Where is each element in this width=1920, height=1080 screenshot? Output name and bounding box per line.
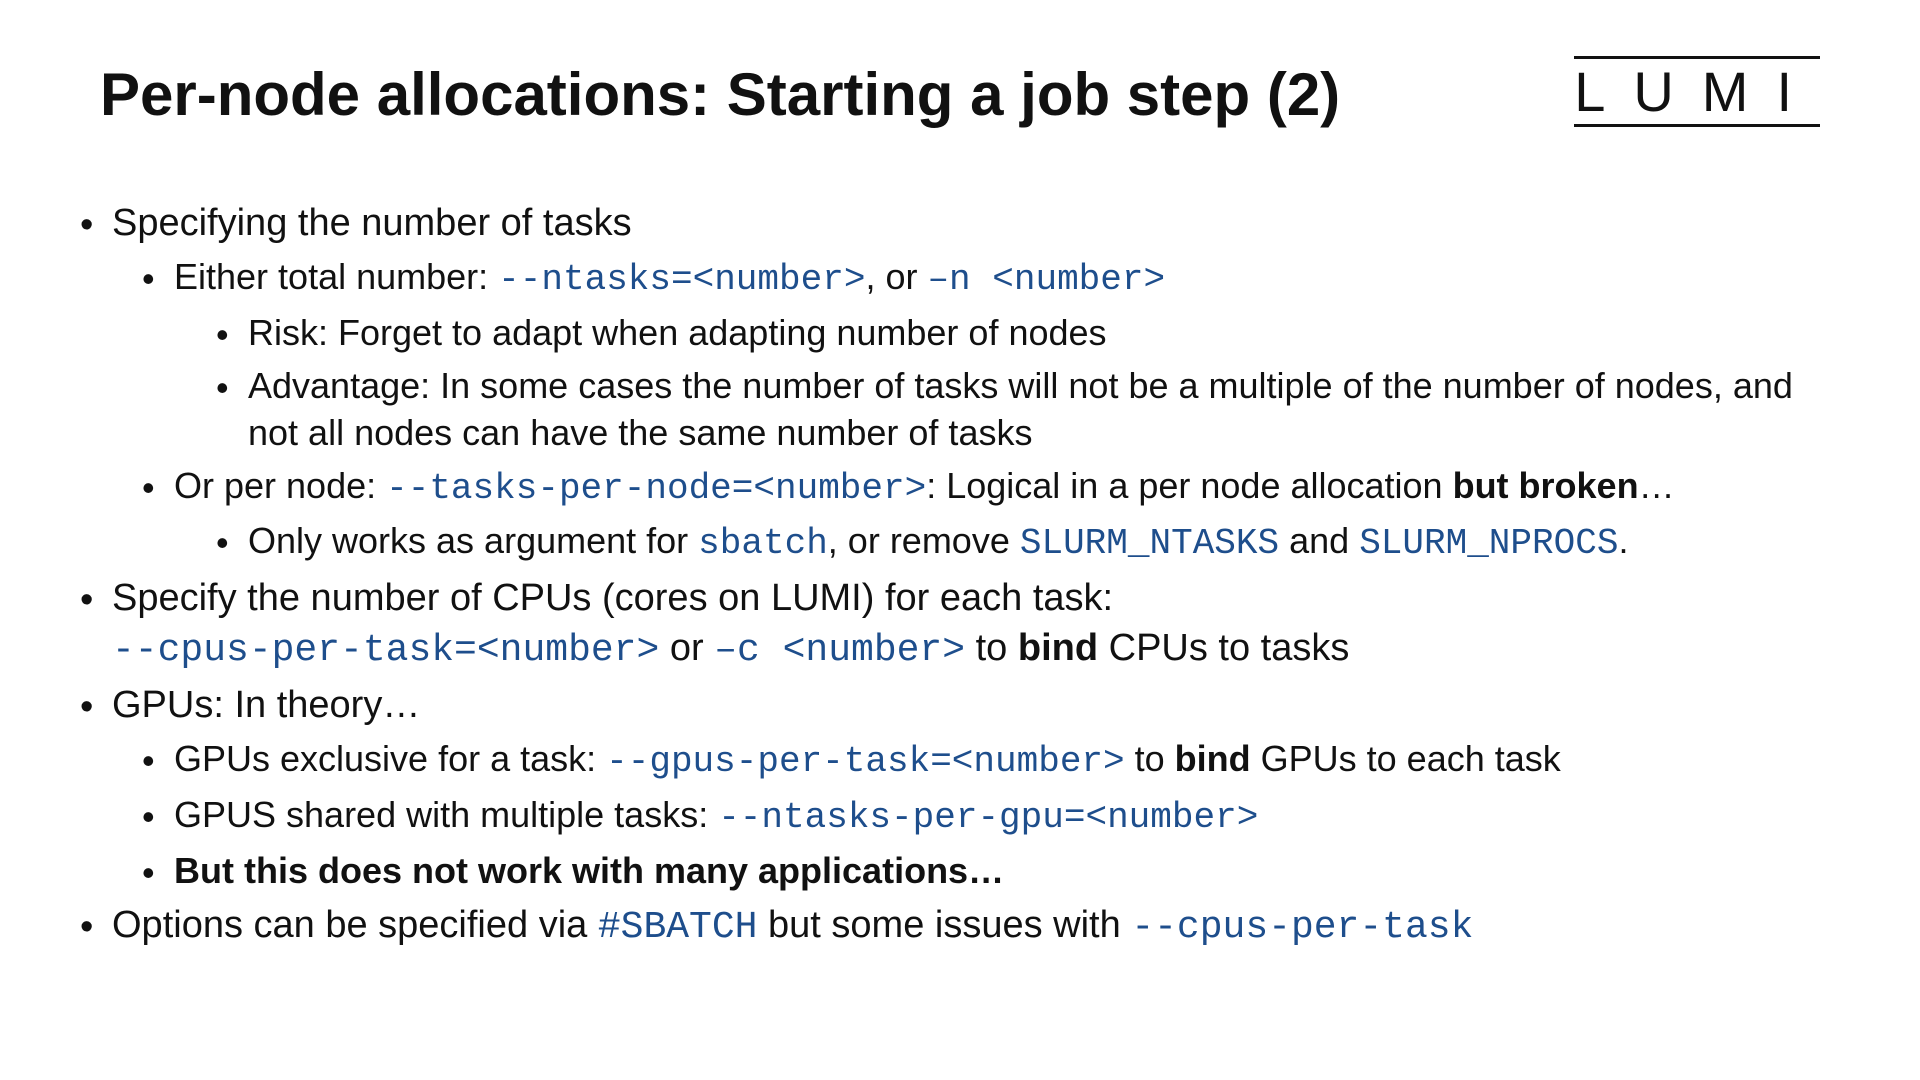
text: to [1125,738,1175,779]
bold-does-not-work: But this does not work with many applica… [174,850,1004,891]
bullet-tasks: Specifying the number of tasks Either to… [112,199,1820,568]
text: or [659,627,714,669]
text: and [1279,520,1359,561]
bold-bind-cpu: bind [1018,627,1098,669]
bold-broken: but broken [1453,465,1639,506]
bullet-sbatch-only: Only works as argument for sbatch, or re… [248,518,1820,568]
code-cpus-per-task-2: --cpus-per-task [1131,906,1473,949]
code-ntasks: --ntasks=<number> [498,259,865,300]
text: Specify the number of CPUs (cores on LUM… [112,577,1113,619]
lumi-logo: LUMI [1574,56,1820,127]
lumi-logo-text: LUMI [1574,60,1820,123]
code-sbatch: sbatch [698,523,828,564]
text: but some issues with [757,904,1131,946]
code-slurm-nprocs: SLURM_NPROCS [1359,523,1618,564]
text: Or per node: [174,465,386,506]
text: … [1639,465,1675,506]
bullet-ntasks-per-gpu: GPUS shared with multiple tasks: --ntask… [174,792,1820,842]
text: Risk: Forget to adapt when adapting numb… [248,312,1107,353]
code-hash-sbatch: #SBATCH [598,906,758,949]
bullet-cpus: Specify the number of CPUs (cores on LUM… [112,574,1820,675]
bullet-gpus-per-task: GPUs exclusive for a task: --gpus-per-ta… [174,736,1820,786]
text: : Logical in a per node allocation [926,465,1452,506]
text: GPUs to each task [1251,738,1561,779]
text: CPUs to tasks [1098,627,1349,669]
bullet-list: Specifying the number of tasks Either to… [100,199,1820,952]
text: GPUS shared with multiple tasks: [174,794,718,835]
bullet-risk: Risk: Forget to adapt when adapting numb… [248,310,1820,357]
bold-bind-gpu: bind [1175,738,1251,779]
text: GPUs exclusive for a task: [174,738,606,779]
bullet-total-tasks: Either total number: --ntasks=<number>, … [174,254,1820,456]
slide: LUMI Per-node allocations: Starting a jo… [0,0,1920,1080]
bullet-gpus: GPUs: In theory… GPUs exclusive for a ta… [112,681,1820,895]
code-n: –n <number> [927,259,1165,300]
slide-title: Per-node allocations: Starting a job ste… [100,60,1820,129]
bullet-advantage: Advantage: In some cases the number of t… [248,363,1820,457]
code-tasks-per-node: --tasks-per-node=<number> [386,468,926,509]
text: , or remove [828,520,1020,561]
text: Specifying the number of tasks [112,202,632,244]
code-gpus-per-task: --gpus-per-task=<number> [606,741,1124,782]
code-cpus-per-task: --cpus-per-task=<number> [112,629,659,672]
text: GPUs: In theory… [112,684,420,726]
text: Only works as argument for [248,520,698,561]
code-slurm-ntasks: SLURM_NTASKS [1020,523,1279,564]
bullet-does-not-work: But this does not work with many applica… [174,848,1820,895]
text: Options can be specified via [112,904,598,946]
bullet-per-node: Or per node: --tasks-per-node=<number>: … [174,463,1820,569]
code-c: –c <number> [714,629,965,672]
text: Advantage: In some cases the number of t… [248,365,1793,453]
bullet-options-sbatch: Options can be specified via #SBATCH but… [112,901,1820,952]
text: , or [865,256,927,297]
text: Either total number: [174,256,498,297]
text: . [1618,520,1628,561]
text: to [965,627,1018,669]
code-ntasks-per-gpu: --ntasks-per-gpu=<number> [718,797,1258,838]
